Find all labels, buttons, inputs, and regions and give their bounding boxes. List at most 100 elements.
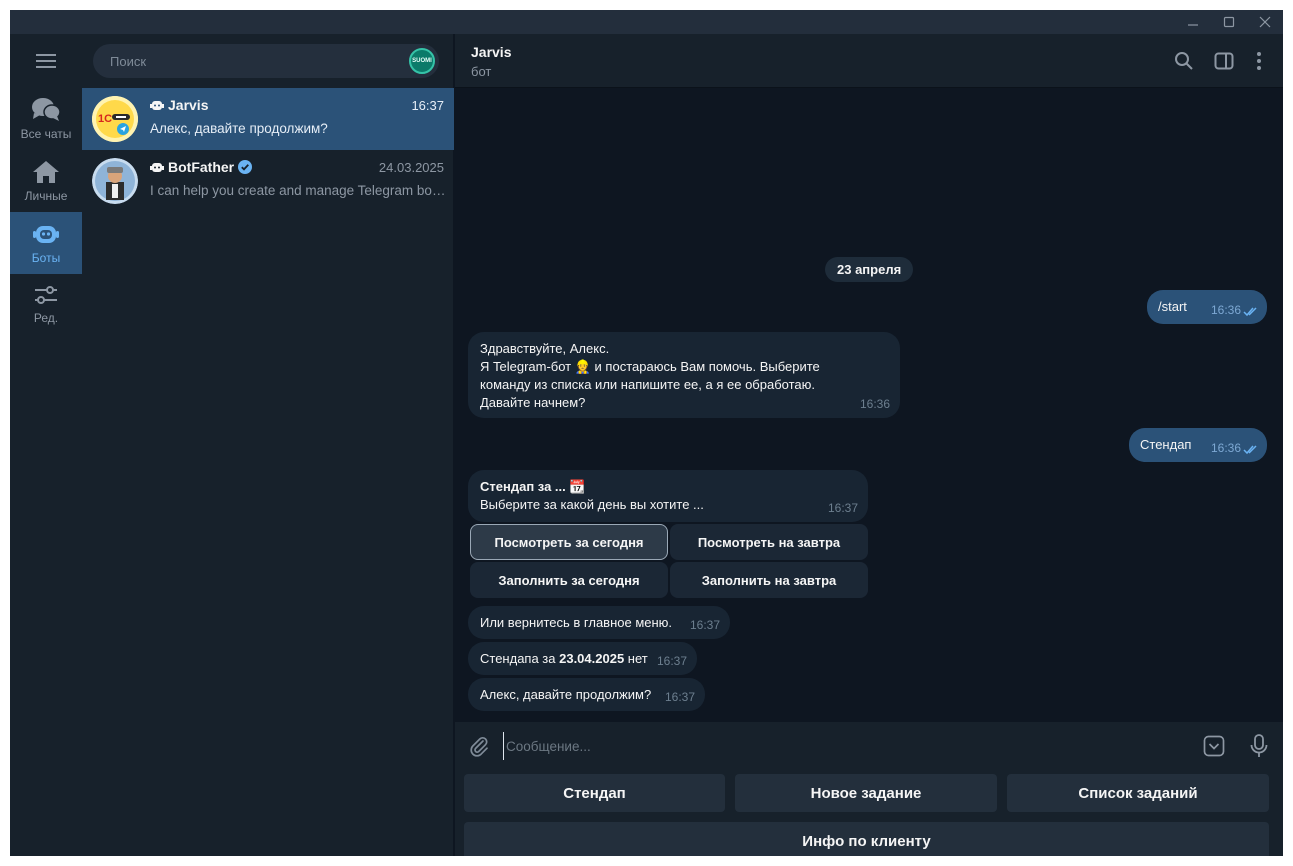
chat-header[interactable]: Jarvis бот bbox=[455, 34, 1283, 88]
message-time: 16:36 bbox=[1210, 441, 1241, 455]
chat-title: Jarvis bbox=[168, 97, 209, 113]
folder-label: Ред. bbox=[33, 311, 59, 325]
more-options-button[interactable] bbox=[1245, 47, 1273, 75]
reply-button-standup[interactable]: Стендап bbox=[464, 774, 725, 812]
message-input[interactable] bbox=[503, 732, 1183, 760]
reply-keyboard: Стендап Новое задание Список заданий Инф… bbox=[455, 770, 1283, 856]
keyboard-collapse-icon bbox=[1203, 735, 1225, 757]
message-line: команду из списка или напишите ее, а я е… bbox=[480, 377, 816, 392]
title-bar bbox=[10, 10, 1283, 34]
search-input[interactable] bbox=[93, 44, 393, 78]
sliders-icon bbox=[35, 286, 57, 304]
chat-name: BotFather bbox=[150, 159, 253, 175]
message-outgoing[interactable]: /start 16:36 bbox=[1147, 290, 1267, 324]
chat-item-jarvis[interactable]: 1С Jarvis 16:37 Алекс, давайте продолжим… bbox=[82, 88, 454, 150]
message-text: Стендапа за 23.04.2025 нет bbox=[480, 650, 648, 668]
verified-icon bbox=[238, 160, 253, 174]
inline-button-view-tomorrow[interactable]: Посмотреть на завтра bbox=[670, 524, 868, 560]
chat-list-panel: SUOMI 1С Jarvis 16:37 Алекс, давайте п bbox=[82, 34, 454, 856]
message-line: Я Telegram-бот 👷 и постараюсь Вам помочь… bbox=[480, 359, 820, 374]
inline-button-view-today[interactable]: Посмотреть за сегодня bbox=[470, 524, 668, 560]
home-icon bbox=[33, 161, 59, 183]
message-incoming[interactable]: Стендап за ... 📆 Выберите за какой день … bbox=[468, 470, 868, 522]
message-time: 16:37 bbox=[664, 690, 695, 704]
chat-preview: Алекс, давайте продолжим? bbox=[150, 121, 328, 136]
maximize-icon bbox=[1223, 16, 1235, 28]
message-composer bbox=[455, 722, 1283, 770]
avatar: 1С bbox=[92, 96, 138, 142]
message-title: Стендап за ... 📆 bbox=[480, 479, 586, 494]
message-text-suffix: нет bbox=[624, 651, 648, 666]
folder-label: Боты bbox=[31, 251, 61, 265]
folder-personal[interactable]: Личные bbox=[10, 150, 82, 212]
message-line: Здравствуйте, Алекс. bbox=[480, 341, 610, 356]
read-check-icon bbox=[1243, 445, 1257, 455]
botfather-avatar-icon bbox=[92, 158, 138, 204]
date-separator: 23 апреля bbox=[825, 257, 914, 282]
inline-button-fill-tomorrow[interactable]: Заполнить на завтра bbox=[670, 562, 868, 598]
reply-button-new-task[interactable]: Новое задание bbox=[735, 774, 997, 812]
message-incoming[interactable]: Здравствуйте, Алекс. Я Telegram-бот 👷 и … bbox=[468, 332, 900, 418]
chat-time: 24.03.2025 bbox=[378, 160, 444, 175]
chat-header-title: Jarvis bbox=[471, 44, 512, 60]
chats-icon bbox=[32, 98, 61, 121]
message-text: Алекс, давайте продолжим? bbox=[480, 687, 652, 702]
main-menu-button[interactable] bbox=[10, 34, 82, 88]
search-in-chat-button[interactable] bbox=[1170, 47, 1198, 75]
message-text: Выберите за какой день вы хотите ... bbox=[480, 497, 704, 512]
message-incoming[interactable]: Алекс, давайте продолжим? 16:37 bbox=[468, 678, 705, 711]
bot-icon bbox=[33, 226, 59, 243]
search-box: SUOMI bbox=[93, 44, 439, 78]
message-line: Давайте начнем? bbox=[480, 395, 586, 410]
reply-button-task-list[interactable]: Список заданий bbox=[1007, 774, 1269, 812]
message-text: /start bbox=[1158, 299, 1187, 314]
search-icon bbox=[1175, 52, 1193, 70]
conversation-panel: Jarvis бот 23 апреля /start 16:36 Здравс… bbox=[455, 34, 1283, 856]
chat-time: 16:37 bbox=[411, 98, 444, 113]
folders-sidebar: Все чаты Личные Боты Ред. bbox=[10, 34, 82, 856]
more-vertical-icon bbox=[1257, 52, 1261, 70]
minimize-icon bbox=[1188, 24, 1198, 26]
chat-title: BotFather bbox=[168, 159, 235, 175]
minimize-button[interactable] bbox=[1175, 10, 1211, 34]
bot-badge-icon bbox=[150, 163, 164, 172]
paperclip-icon bbox=[470, 736, 488, 757]
avatar bbox=[92, 158, 138, 204]
message-text: Или вернитесь в главное меню. bbox=[480, 615, 673, 630]
sidebar-toggle-button[interactable] bbox=[1210, 47, 1238, 75]
chat-name: Jarvis bbox=[150, 97, 208, 113]
message-outgoing[interactable]: Стендап 16:36 bbox=[1129, 428, 1267, 462]
message-text-prefix: Стендапа за bbox=[480, 651, 560, 666]
side-panel-icon bbox=[1214, 52, 1234, 70]
folder-label: Личные bbox=[24, 189, 68, 203]
message-date: 23.04.2025 bbox=[559, 651, 625, 666]
bot-keyboard-toggle-button[interactable] bbox=[1200, 732, 1228, 760]
maximize-button[interactable] bbox=[1211, 10, 1247, 34]
message-time: 16:37 bbox=[827, 501, 858, 515]
voice-message-button[interactable] bbox=[1245, 732, 1273, 760]
reply-button-client-info[interactable]: Инфо по клиенту bbox=[464, 822, 1269, 856]
jarvis-avatar-icon: 1С bbox=[92, 96, 138, 142]
message-time: 16:37 bbox=[656, 654, 687, 668]
message-text: Стендап bbox=[1140, 437, 1192, 452]
message-time: 16:36 bbox=[1210, 303, 1241, 317]
folder-edit[interactable]: Ред. bbox=[10, 274, 82, 336]
close-window-button[interactable] bbox=[1247, 10, 1283, 34]
inline-button-fill-today[interactable]: Заполнить за сегодня bbox=[470, 562, 668, 598]
svg-text:1С: 1С bbox=[98, 113, 112, 125]
microphone-icon bbox=[1250, 734, 1268, 757]
suomi-badge-icon[interactable]: SUOMI bbox=[409, 48, 435, 74]
message-incoming[interactable]: Или вернитесь в главное меню. 16:37 bbox=[468, 606, 730, 639]
folder-label: Все чаты bbox=[20, 127, 72, 141]
close-icon bbox=[1259, 16, 1271, 28]
folder-bots[interactable]: Боты bbox=[10, 212, 82, 274]
hamburger-icon bbox=[36, 54, 56, 68]
chat-header-subtitle: бот bbox=[471, 64, 492, 79]
chat-item-botfather[interactable]: BotFather 24.03.2025 I can help you crea… bbox=[82, 150, 454, 212]
message-time: 16:36 bbox=[859, 397, 890, 411]
message-time: 16:37 bbox=[689, 618, 720, 632]
folder-all-chats[interactable]: Все чаты bbox=[10, 88, 82, 150]
message-incoming[interactable]: Стендапа за 23.04.2025 нет 16:37 bbox=[468, 642, 697, 675]
attach-button[interactable] bbox=[465, 732, 493, 760]
read-check-icon bbox=[1243, 307, 1257, 317]
